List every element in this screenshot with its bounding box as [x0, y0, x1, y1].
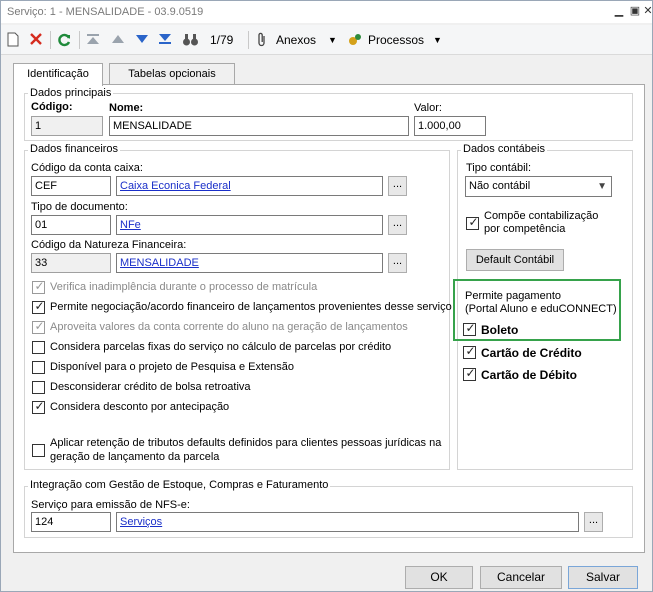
codigo-field[interactable]: 1: [31, 116, 103, 136]
title-bar: Serviço: 1 - MENSALIDADE - 03.9.0519 ▁ ▣…: [1, 1, 653, 23]
servico-nfse-desc-field[interactable]: Serviços: [116, 512, 579, 532]
cancel-button[interactable]: Cancelar: [480, 566, 562, 589]
cartao-debito-checkbox[interactable]: ✓: [463, 366, 476, 381]
permite-negociacao-label: Permite negociação/acordo financeiro de …: [50, 301, 452, 313]
permite-pagamento-highlight: [453, 279, 621, 341]
tipo-contabil-select[interactable]: Não contábil ▼: [465, 176, 612, 197]
natureza-lookup-button[interactable]: ...: [388, 253, 407, 273]
new-icon[interactable]: [7, 29, 23, 51]
retencao-tributos-label-line1: Aplicar retenção de tributos defaults de…: [50, 437, 442, 449]
tipo-documento-code-field[interactable]: 01: [31, 215, 111, 235]
servico-nfse-lookup-button[interactable]: ...: [584, 512, 603, 532]
desconsiderar-bolsa-checkbox[interactable]: [32, 381, 45, 394]
natureza-label: Código da Natureza Financeira:: [31, 239, 187, 251]
conta-caixa-label: Código da conta caixa:: [31, 162, 143, 174]
conta-caixa-code-field[interactable]: CEF: [31, 176, 111, 196]
window-title: Serviço: 1 - MENSALIDADE - 03.9.0519: [7, 6, 204, 18]
binoculars-icon[interactable]: [182, 29, 200, 51]
cartao-credito-checkbox[interactable]: ✓: [463, 344, 476, 359]
considera-parcelas-label: Considera parcelas fixas do serviço no c…: [50, 341, 392, 353]
processes-label: Processos: [368, 33, 425, 47]
refresh-icon[interactable]: [57, 29, 73, 51]
previous-record-icon[interactable]: [111, 29, 127, 51]
nome-label: Nome:: [109, 102, 144, 114]
chevron-down-icon: ▼: [328, 35, 337, 45]
retencao-tributos-checkbox[interactable]: [32, 444, 45, 457]
desconsiderar-bolsa-label: Desconsiderar crédito de bolsa retroativ…: [50, 381, 251, 393]
natureza-desc-field[interactable]: MENSALIDADE: [116, 253, 383, 273]
service-window: Serviço: 1 - MENSALIDADE - 03.9.0519 ▁ ▣…: [0, 0, 653, 592]
codigo-label: Código:: [31, 101, 73, 113]
processes-button[interactable]: Processos ▼: [347, 29, 442, 51]
dados-principais-title: Dados principais: [28, 87, 114, 99]
desconto-antecipacao-label: Considera desconto por antecipação: [50, 401, 230, 413]
considera-parcelas-checkbox[interactable]: [32, 341, 45, 354]
aproveita-valores-label: Aproveita valores da conta corrente do a…: [50, 321, 408, 333]
compoe-contabilizacao-checkbox[interactable]: ✓: [466, 215, 479, 230]
chevron-down-icon: ▼: [433, 35, 442, 45]
tipo-documento-label: Tipo de documento:: [31, 201, 128, 213]
attachments-button[interactable]: Anexos ▼: [256, 29, 341, 51]
tipo-contabil-label: Tipo contábil:: [466, 162, 532, 174]
restore-icon[interactable]: ▣: [628, 4, 642, 18]
verifica-inadimplencia-label: Verifica inadimplência durante o process…: [50, 281, 318, 293]
first-record-icon[interactable]: [86, 29, 102, 51]
retencao-tributos-label-line2: geração de lançamento da parcela: [50, 451, 220, 463]
permite-negociacao-checkbox[interactable]: ✓: [32, 299, 45, 314]
minimize-icon[interactable]: ▁: [612, 4, 626, 18]
close-icon[interactable]: ✕: [641, 4, 653, 18]
save-button[interactable]: Salvar: [568, 566, 638, 589]
ok-button[interactable]: OK: [405, 566, 473, 589]
default-contabil-button[interactable]: Default Contábil: [466, 249, 564, 271]
chevron-down-icon: ▼: [597, 181, 607, 192]
cartao-credito-label: Cartão de Crédito: [481, 346, 582, 360]
conta-caixa-desc-field[interactable]: Caixa Econica Federal: [116, 176, 383, 196]
aproveita-valores-checkbox[interactable]: ✓: [32, 319, 45, 334]
pesquisa-extensao-label: Disponível para o projeto de Pesquisa e …: [50, 361, 294, 373]
next-record-icon[interactable]: [135, 29, 151, 51]
cartao-debito-label: Cartão de Débito: [481, 368, 578, 382]
nome-field[interactable]: MENSALIDADE: [109, 116, 409, 136]
compoe-contabilizacao-line1: Compõe contabilização: [484, 210, 599, 222]
tipo-documento-lookup-button[interactable]: ...: [388, 215, 407, 235]
delete-icon[interactable]: [29, 29, 45, 51]
toolbar: 1/79 Anexos ▼ Processos ▼: [1, 25, 652, 55]
attachments-label: Anexos: [276, 33, 317, 47]
servico-nfse-code-field[interactable]: 124: [31, 512, 111, 532]
tipo-documento-desc-field[interactable]: NFe: [116, 215, 383, 235]
tab-tabelas-opcionais[interactable]: Tabelas opcionais: [109, 63, 235, 85]
desconto-antecipacao-checkbox[interactable]: ✓: [32, 399, 45, 414]
compoe-contabilizacao-line2: por competência: [484, 223, 566, 235]
tipo-contabil-value: Não contábil: [469, 180, 531, 192]
conta-caixa-lookup-button[interactable]: ...: [388, 176, 407, 196]
servico-nfse-label: Serviço para emissão de NFS-e:: [31, 499, 190, 511]
valor-label: Valor:: [414, 102, 442, 114]
pesquisa-extensao-checkbox[interactable]: [32, 361, 45, 374]
dados-contabeis-title: Dados contábeis: [461, 143, 547, 155]
last-record-icon[interactable]: [158, 29, 174, 51]
integracao-title: Integração com Gestão de Estoque, Compra…: [28, 479, 331, 491]
record-counter: 1/79: [210, 33, 234, 47]
valor-field[interactable]: 1.000,00: [414, 116, 486, 136]
tab-identificacao[interactable]: Identificação: [13, 63, 103, 86]
dados-financeiros-title: Dados financeiros: [28, 143, 121, 155]
natureza-code-field[interactable]: 33: [31, 253, 111, 273]
verifica-inadimplencia-checkbox[interactable]: ✓: [32, 279, 45, 294]
